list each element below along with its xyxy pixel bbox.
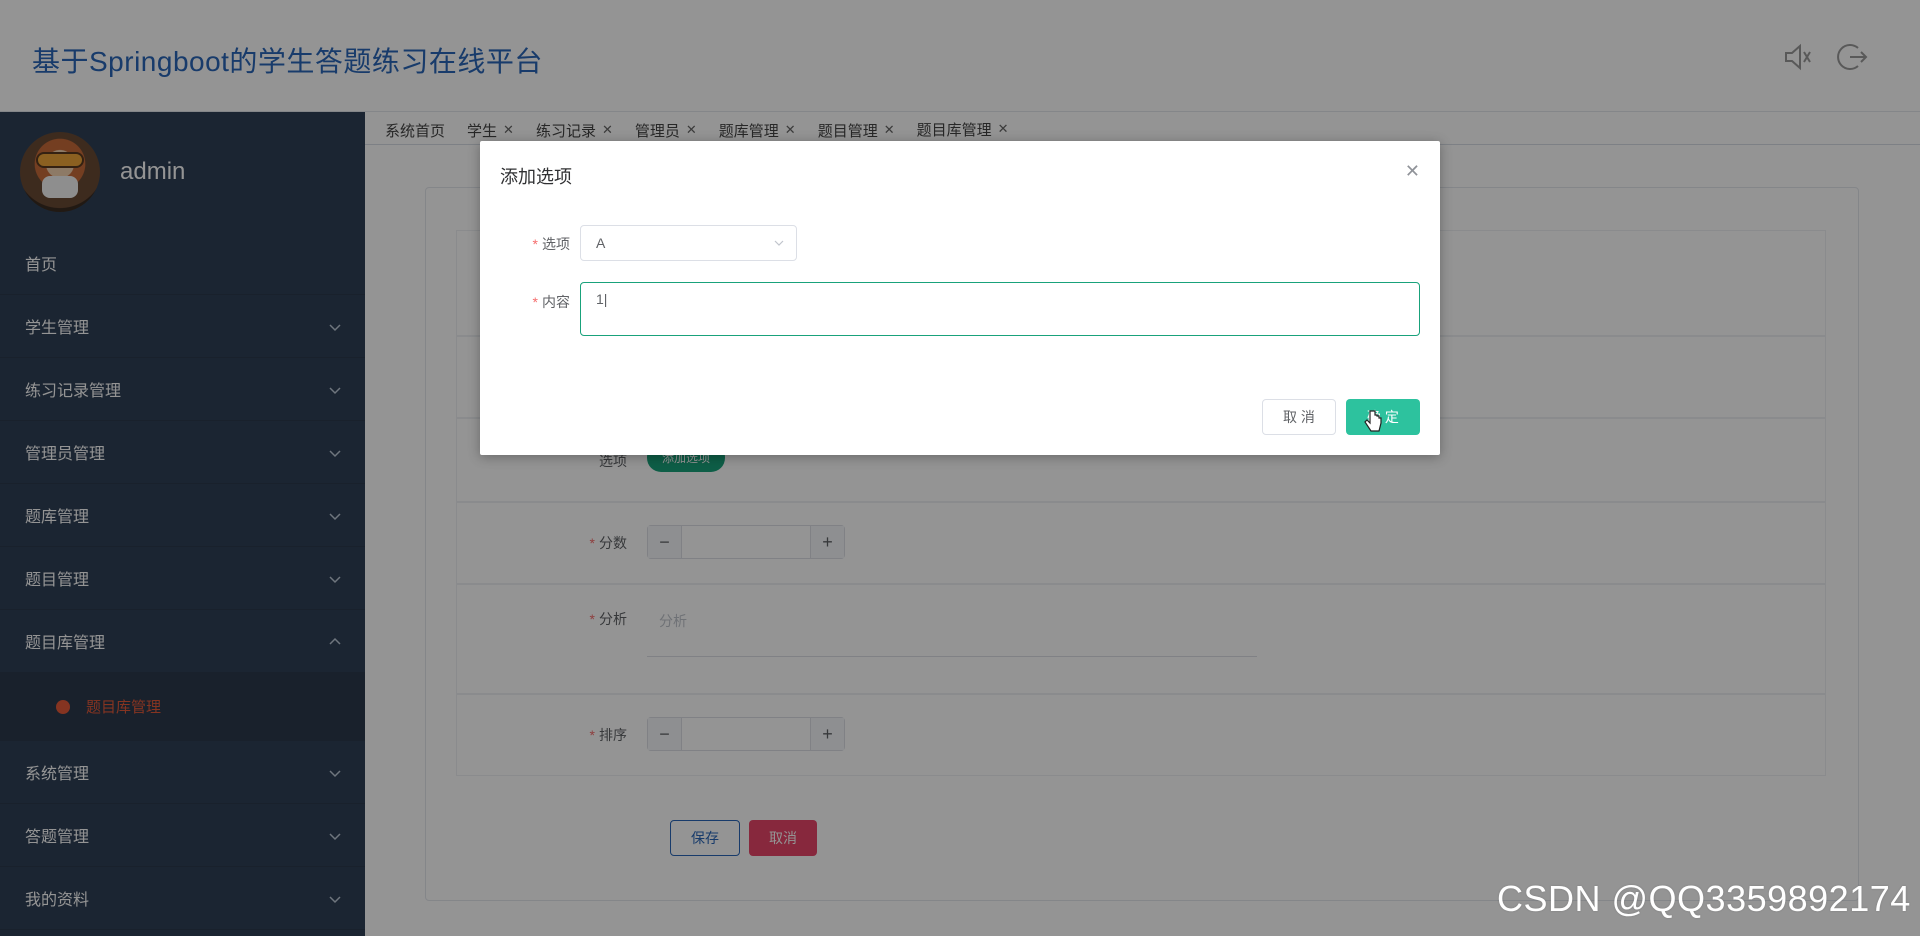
- dialog-confirm-button[interactable]: 确 定: [1346, 399, 1420, 435]
- option-select[interactable]: A: [580, 225, 797, 261]
- dialog-title: 添加选项: [500, 167, 572, 187]
- dialog-content-label: * 内容: [532, 294, 570, 310]
- add-option-dialog: 添加选项 ✕ * 选项 A * 内容 1| 取 消 确 定: [480, 141, 1440, 455]
- hand-cursor-icon: [1364, 410, 1382, 432]
- dialog-cancel-button[interactable]: 取 消: [1262, 399, 1336, 435]
- content-textarea[interactable]: 1|: [580, 282, 1420, 336]
- chevron-down-icon: [774, 240, 784, 246]
- option-select-value: A: [596, 235, 606, 251]
- watermark: CSDN @QQ3359892174: [1497, 878, 1911, 919]
- close-icon[interactable]: ✕: [1405, 161, 1420, 182]
- dialog-option-label: * 选项: [532, 236, 570, 252]
